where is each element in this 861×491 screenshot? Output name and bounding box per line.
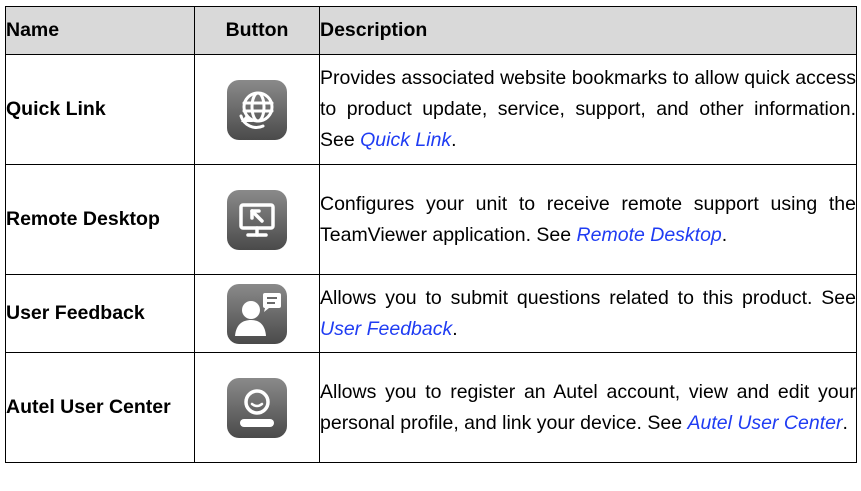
- function-buttons-table: Name Button Description Quick Link Provi…: [5, 6, 857, 463]
- autel-user-center-link[interactable]: Autel User Center: [687, 412, 842, 434]
- header-name: Name: [5, 6, 195, 55]
- header-button: Button: [194, 6, 320, 55]
- user-feedback-link[interactable]: User Feedback: [320, 318, 452, 340]
- remote-desktop-monitor-icon: [227, 189, 287, 250]
- row-name: User Feedback: [5, 274, 195, 353]
- row-name: Remote Desktop: [5, 164, 195, 275]
- table-row: Remote Desktop Configures your unit to r…: [5, 164, 857, 275]
- quick-link-link[interactable]: Quick Link: [360, 129, 451, 151]
- header-description: Description: [319, 6, 857, 55]
- table-row: Quick Link Provides associated website b…: [5, 54, 857, 165]
- user-center-icon: [227, 377, 287, 438]
- table-row: User Feedback Allows you to submit quest…: [5, 274, 857, 353]
- globe-refresh-icon: [227, 79, 287, 140]
- table-row: Autel User Center Allows you to register…: [5, 352, 857, 463]
- user-feedback-icon: [227, 283, 287, 344]
- remote-desktop-link[interactable]: Remote Desktop: [577, 224, 722, 246]
- table-header-row: Name Button Description: [5, 6, 857, 55]
- row-description: Allows you to submit questions related t…: [320, 286, 856, 309]
- row-name: Autel User Center: [5, 352, 195, 463]
- row-name: Quick Link: [5, 54, 195, 165]
